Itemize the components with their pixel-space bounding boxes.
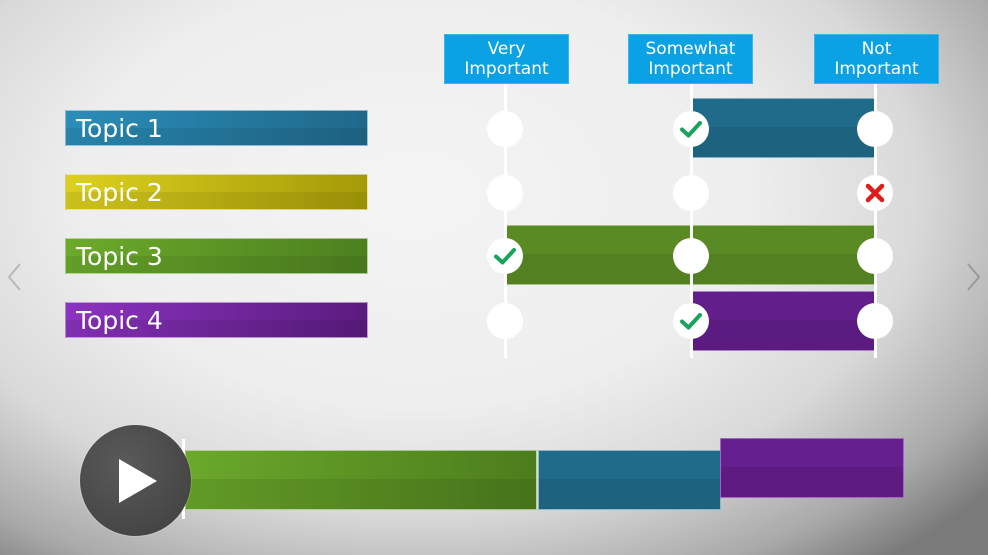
column-header-line: Not — [861, 39, 892, 59]
topic-2-label[interactable]: Topic 2 — [65, 174, 368, 210]
play-button[interactable] — [80, 425, 191, 536]
topic-2-somewhat-important-marker[interactable] — [673, 175, 709, 211]
topic-3-label[interactable]: Topic 3 — [65, 238, 368, 274]
column-header-line: Somewhat — [645, 39, 736, 59]
column-header-line: Important — [464, 59, 549, 79]
topic-3-not-important-marker[interactable] — [857, 238, 893, 274]
topic-2-very-important-marker[interactable] — [487, 175, 523, 211]
topic-1-very-important-marker[interactable] — [487, 111, 523, 147]
progress-segment-green[interactable] — [185, 450, 537, 510]
topic-4-not-important-marker[interactable] — [857, 303, 893, 339]
column-header-very-important: Very Important — [444, 34, 569, 84]
column-header-somewhat-important: Somewhat Important — [628, 34, 753, 84]
play-icon — [118, 458, 157, 503]
cross-icon — [865, 183, 885, 203]
topic-2-not-important-marker[interactable] — [857, 175, 893, 211]
topic-4-somewhat-important-marker[interactable] — [673, 303, 709, 339]
chevron-right-icon[interactable] — [964, 262, 984, 292]
progress-segment-purple[interactable] — [720, 438, 904, 498]
topic-4-range-bar — [692, 291, 875, 351]
column-header-not-important: Not Important — [814, 34, 939, 84]
topic-1-range-bar — [692, 98, 875, 158]
topic-4-very-important-marker[interactable] — [487, 303, 523, 339]
topic-1-somewhat-important-marker[interactable] — [673, 111, 709, 147]
topic-3-very-important-marker[interactable] — [487, 238, 523, 274]
topic-3-somewhat-important-marker[interactable] — [673, 238, 709, 274]
topic-4-label[interactable]: Topic 4 — [65, 302, 368, 338]
column-header-line: Important — [648, 59, 733, 79]
topic-1-not-important-marker[interactable] — [857, 111, 893, 147]
topic-1-label[interactable]: Topic 1 — [65, 110, 368, 146]
check-icon — [494, 248, 516, 265]
column-header-line: Very — [487, 39, 526, 59]
chevron-left-icon[interactable] — [4, 262, 24, 292]
check-icon — [680, 121, 702, 138]
progress-segment-blue[interactable] — [538, 450, 721, 510]
check-icon — [680, 313, 702, 330]
column-header-line: Important — [834, 59, 919, 79]
slide-stage: Very Important Somewhat Important Not Im… — [0, 0, 988, 555]
